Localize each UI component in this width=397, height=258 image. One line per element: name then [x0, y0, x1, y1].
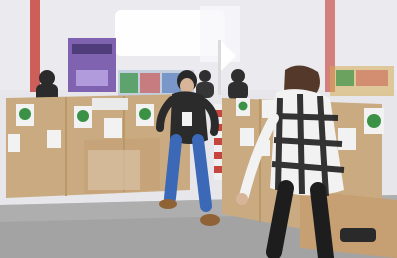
scene-svg — [0, 0, 397, 258]
photo-soft-overlay — [0, 0, 397, 258]
photo-scene — [0, 0, 397, 258]
